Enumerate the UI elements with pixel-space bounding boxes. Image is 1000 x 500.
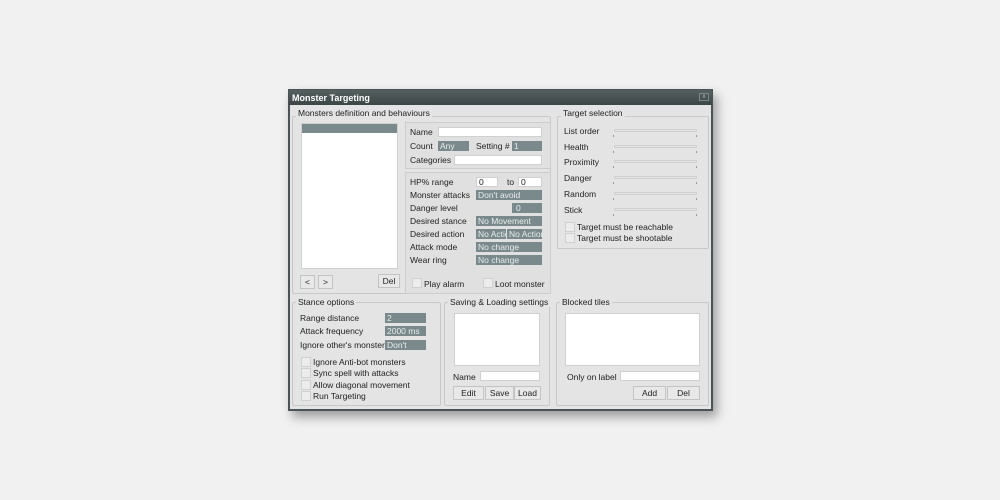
attack-mode-label: Attack mode — [410, 242, 458, 252]
proximity-label: Proximity — [564, 157, 599, 168]
load-button[interactable]: Load — [514, 386, 541, 400]
stance-checkbox[interactable] — [301, 390, 311, 401]
ignore-others-select[interactable]: Don't — [385, 340, 426, 350]
stance-options-label: Stance options — [296, 297, 357, 307]
desired-action-label: Desired action — [410, 229, 465, 239]
slider-tick — [696, 166, 697, 169]
prev-button[interactable]: < — [300, 275, 315, 289]
count-label: Count — [410, 141, 433, 151]
list-order-slider[interactable] — [614, 129, 697, 132]
loot-monster-checkbox[interactable] — [483, 278, 493, 288]
stance-checkbox[interactable] — [301, 357, 311, 367]
edit-button[interactable]: Edit — [453, 386, 484, 400]
range-distance-label: Range distance — [300, 313, 360, 323]
shootable-label: Target must be shootable — [577, 233, 673, 243]
reachable-checkbox[interactable] — [565, 222, 575, 232]
reachable-label: Target must be reachable — [577, 222, 673, 232]
slider-tick — [613, 213, 614, 216]
stance-checkbox-label: Sync spell with attacks — [313, 368, 399, 379]
slider-tick — [613, 150, 614, 153]
categories-label: Categories — [410, 155, 452, 165]
monster-del-button[interactable]: Del — [378, 274, 400, 288]
setting-select[interactable]: 1 — [512, 141, 542, 151]
slider-tick — [696, 197, 697, 200]
random-slider[interactable] — [614, 191, 697, 195]
stick-label: Stick — [564, 204, 583, 215]
stance-checkbox[interactable] — [301, 379, 311, 390]
add-tile-button[interactable]: Add — [633, 386, 666, 400]
desired-action-select-1[interactable]: No Action — [476, 229, 506, 239]
settings-name-label: Name — [453, 372, 476, 382]
wear-ring-label: Wear ring — [410, 255, 447, 265]
slider-tick — [613, 197, 614, 200]
danger-level-label: Danger level — [410, 203, 458, 213]
range-distance-select[interactable]: 2 — [385, 313, 426, 323]
saving-loading-label: Saving & Loading settings — [448, 297, 551, 307]
del-tile-button[interactable]: Del — [667, 386, 700, 400]
blocked-tiles-label: Blocked tiles — [560, 297, 612, 307]
desired-stance-label: Desired stance — [410, 216, 467, 226]
wear-ring-select[interactable]: No change — [476, 255, 542, 265]
count-select[interactable]: Any — [438, 141, 469, 151]
setting-label: Setting # — [476, 141, 510, 151]
random-label: Random — [564, 188, 597, 199]
settings-list[interactable] — [454, 313, 540, 366]
monster-list[interactable] — [301, 123, 398, 269]
only-on-label-label: Only on label — [567, 372, 617, 382]
hp-to-label: to — [507, 177, 515, 187]
desired-stance-select[interactable]: No Movement — [476, 216, 542, 226]
settings-name-input[interactable] — [480, 371, 540, 381]
slider-tick — [613, 166, 614, 169]
monsters-group-label: Monsters definition and behaviours — [296, 108, 432, 118]
play-alarm-label: Play alarm — [424, 279, 465, 289]
categories-input[interactable] — [454, 155, 542, 165]
health-label: Health — [564, 141, 589, 152]
loot-monster-label: Loot monster — [495, 279, 545, 289]
desired-action-select-2[interactable]: No Action — [507, 229, 542, 239]
health-slider[interactable] — [614, 144, 697, 148]
monster-attacks-label: Monster attacks — [410, 190, 470, 200]
slider-tick — [696, 182, 697, 185]
save-button[interactable]: Save — [485, 386, 514, 400]
stance-checkbox-label: Run Targeting — [313, 390, 366, 401]
hp-to-input[interactable]: 0 — [518, 177, 542, 187]
proximity-slider[interactable] — [614, 160, 697, 164]
ignore-others-label: Ignore other's monsters — [300, 340, 390, 350]
only-on-label-input[interactable] — [620, 371, 700, 381]
hp-from-input[interactable]: 0 — [476, 177, 498, 187]
attack-mode-select[interactable]: No change — [476, 242, 542, 252]
stance-checkbox[interactable] — [301, 368, 311, 379]
stance-checkbox-label: Ignore Anti-bot monsters — [313, 357, 406, 367]
target-selection-label: Target selection — [561, 108, 625, 118]
slider-tick — [696, 213, 697, 216]
hp-range-label: HP% range — [410, 177, 454, 187]
window-title: Monster Targeting — [289, 90, 712, 105]
danger-level-select[interactable]: 0 — [512, 203, 542, 213]
monster-list-selected-row[interactable] — [302, 124, 397, 133]
list-order-label: List order — [564, 126, 600, 136]
play-alarm-checkbox[interactable] — [412, 278, 422, 288]
name-input[interactable] — [438, 127, 542, 137]
danger-label: Danger — [564, 173, 592, 184]
slider-tick — [613, 135, 614, 137]
blocked-tiles-list[interactable] — [565, 313, 700, 366]
shootable-checkbox[interactable] — [565, 233, 575, 243]
stick-slider[interactable] — [614, 207, 697, 211]
monster-attacks-select[interactable]: Don't avoid — [476, 190, 542, 200]
name-label: Name — [410, 127, 433, 137]
next-button[interactable]: > — [318, 275, 333, 289]
danger-slider[interactable] — [614, 176, 697, 180]
close-button[interactable]: x — [699, 93, 709, 101]
slider-tick — [696, 135, 697, 137]
attack-frequency-label: Attack frequency — [300, 326, 364, 336]
attack-frequency-select[interactable]: 2000 ms — [385, 326, 426, 336]
slider-tick — [613, 182, 614, 185]
slider-tick — [696, 150, 697, 153]
stance-checkbox-label: Allow diagonal movement — [313, 379, 410, 390]
